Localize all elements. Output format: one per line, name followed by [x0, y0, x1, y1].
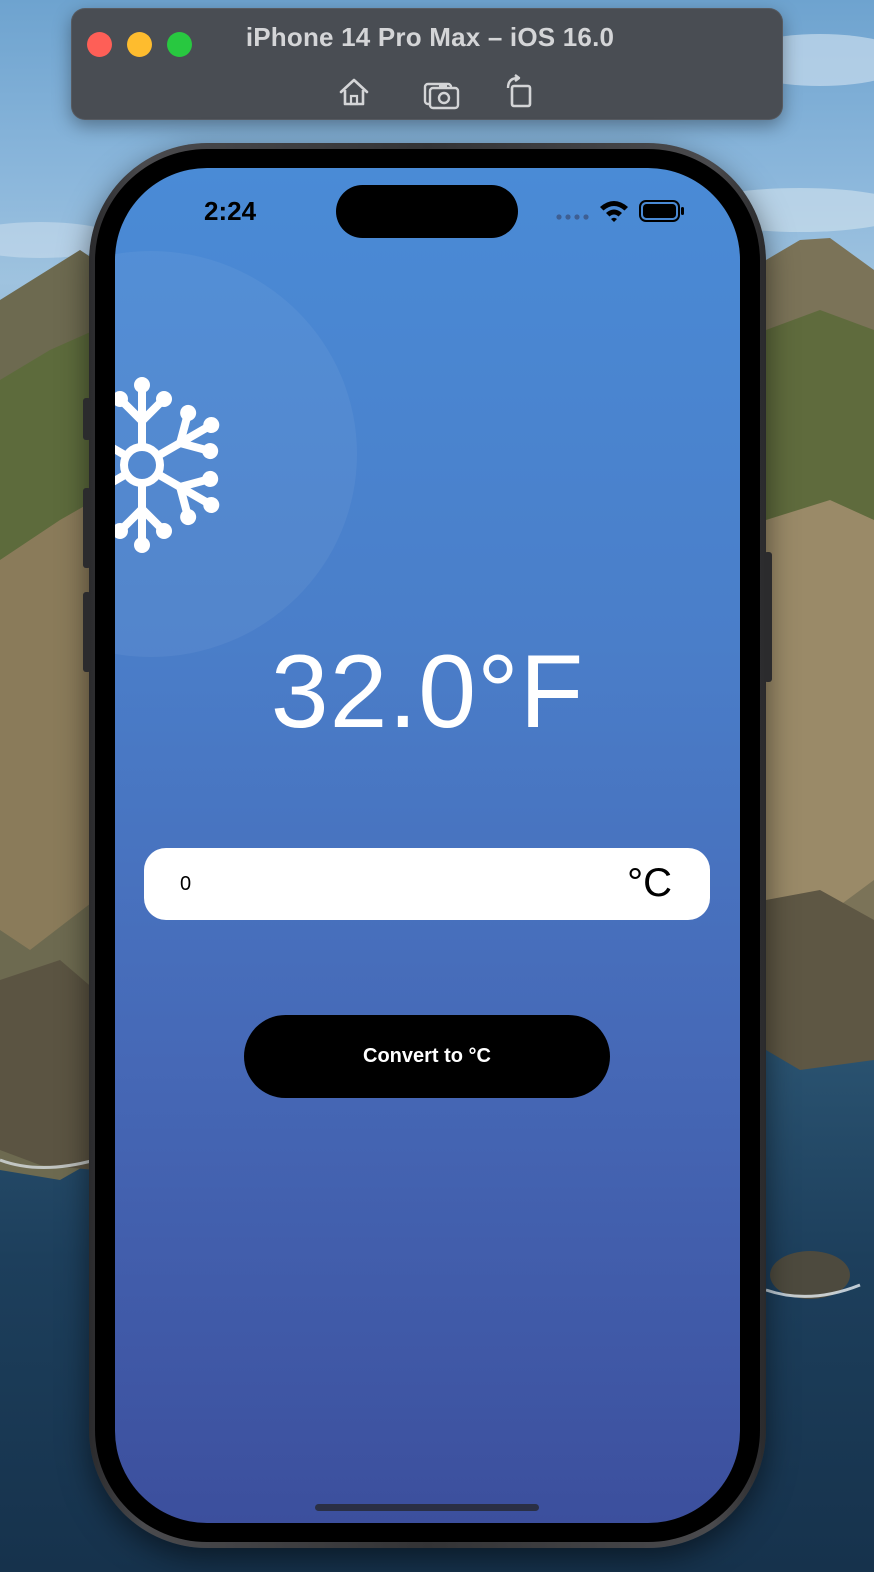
status-time: 2:24	[204, 196, 257, 226]
simulator-title: iPhone 14 Pro Max – iOS 16.0	[245, 22, 615, 52]
volume-up-button	[83, 488, 91, 568]
volume-down-button	[83, 592, 91, 672]
rotate-button[interactable]	[500, 72, 540, 112]
screenshot-icon	[423, 82, 460, 110]
silent-switch	[83, 398, 91, 440]
temperature-field: °C	[144, 848, 710, 920]
rotate-icon	[506, 74, 532, 108]
snowflake-icon	[115, 377, 262, 564]
wifi-icon	[600, 201, 628, 222]
home-indicator[interactable]	[315, 1504, 539, 1511]
app-screen: 2:24 32.0°F 0 °C Convert to °C	[115, 168, 740, 1523]
home-icon	[339, 78, 369, 106]
cellular-dots-icon	[556, 214, 589, 220]
battery-icon	[639, 200, 684, 222]
screenshot-button[interactable]	[421, 72, 461, 112]
temperature-display: 32.0°F	[270, 634, 585, 750]
temperature-input[interactable]	[180, 866, 580, 902]
convert-button[interactable]: Convert to °C	[244, 1015, 610, 1098]
simulator-title-bar: iPhone 14 Pro Max – iOS 16.0	[71, 8, 783, 120]
dynamic-island	[336, 185, 518, 238]
unit-label: °C	[627, 861, 672, 905]
home-button[interactable]	[334, 72, 374, 112]
power-button	[764, 552, 772, 682]
